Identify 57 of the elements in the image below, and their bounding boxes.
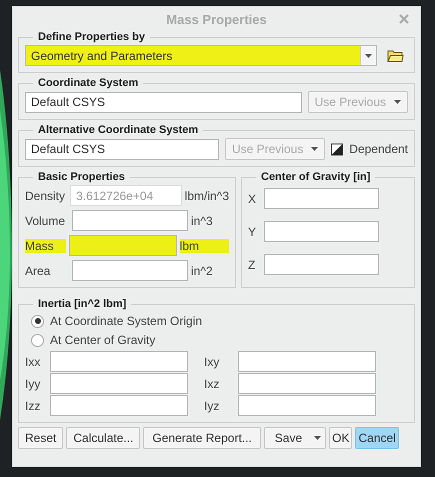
property-label: Density: [25, 188, 66, 202]
section-title: Basic Properties: [37, 171, 126, 183]
dropdown-arrow-icon: [394, 100, 401, 104]
section-title: Inertia [in^2 lbm]: [37, 298, 128, 310]
inertia-label: Ixz: [203, 376, 220, 390]
coordinate-field[interactable]: [264, 254, 379, 275]
section-title: Define Properties by: [37, 31, 146, 43]
dialog-button[interactable]: Reset: [18, 427, 64, 449]
property-field[interactable]: [72, 260, 188, 281]
save-button[interactable]: Save: [264, 427, 326, 449]
dropdown-arrow-icon: [365, 54, 372, 58]
dependent-icon[interactable]: [331, 142, 344, 156]
close-icon[interactable]: [399, 14, 409, 24]
option-label: At Center of Gravity: [50, 333, 156, 347]
section-title: Center of Gravity [in]: [260, 171, 372, 183]
radio-button[interactable]: [31, 314, 44, 328]
dropdown-arrow-icon: [311, 147, 318, 151]
window-title: Mass Properties: [166, 12, 267, 26]
coordinate-field[interactable]: [264, 188, 379, 209]
inertia-field[interactable]: [238, 373, 376, 394]
axis-label: Y: [248, 224, 258, 238]
unit-label: lbm/in^3: [184, 188, 229, 202]
dialog-button[interactable]: Calculate...: [66, 427, 140, 449]
define-by-dropdown[interactable]: Geometry and Parameters: [25, 45, 377, 66]
option-label: At Coordinate System Origin: [50, 314, 202, 328]
unit-label: in^2: [191, 264, 213, 278]
inertia-label: Ixx: [25, 354, 42, 368]
property-field[interactable]: [68, 235, 177, 256]
property-label: Volume: [25, 214, 66, 228]
folder-icon[interactable]: [387, 49, 404, 62]
unit-label: lbm: [180, 238, 229, 252]
dialog-button[interactable]: OK: [329, 427, 352, 449]
coordinate-system-field[interactable]: Default CSYS: [25, 92, 302, 112]
coordinate-system-field[interactable]: Default CSYS: [25, 138, 219, 160]
inertia-field[interactable]: [50, 395, 188, 416]
radio-button[interactable]: [31, 334, 44, 346]
inertia-field[interactable]: [238, 395, 376, 416]
dialog-button[interactable]: Cancel: [355, 427, 399, 449]
axis-label: X: [248, 192, 258, 206]
dialog-button[interactable]: Generate Report...: [143, 427, 261, 449]
coordinate-field[interactable]: [264, 221, 379, 242]
axis-label: Z: [248, 258, 256, 272]
inertia-label: Izz: [25, 398, 42, 412]
property-field[interactable]: [72, 210, 188, 231]
unit-label: in^3: [191, 214, 213, 228]
dependent-label: Dependent: [349, 142, 408, 156]
section-title: Alternative Coordinate System: [37, 124, 200, 136]
inertia-label: Iyz: [203, 398, 220, 412]
property-label: Mass: [25, 238, 66, 252]
dropdown-arrow-icon: [314, 436, 322, 440]
inertia-label: Ixy: [203, 354, 220, 368]
inertia-label: Iyy: [25, 376, 42, 390]
section-title: Coordinate System: [37, 77, 140, 89]
inertia-field[interactable]: [50, 373, 188, 394]
property-label: Area: [25, 264, 52, 278]
inertia-field[interactable]: [238, 351, 376, 372]
inertia-field[interactable]: [50, 351, 188, 372]
